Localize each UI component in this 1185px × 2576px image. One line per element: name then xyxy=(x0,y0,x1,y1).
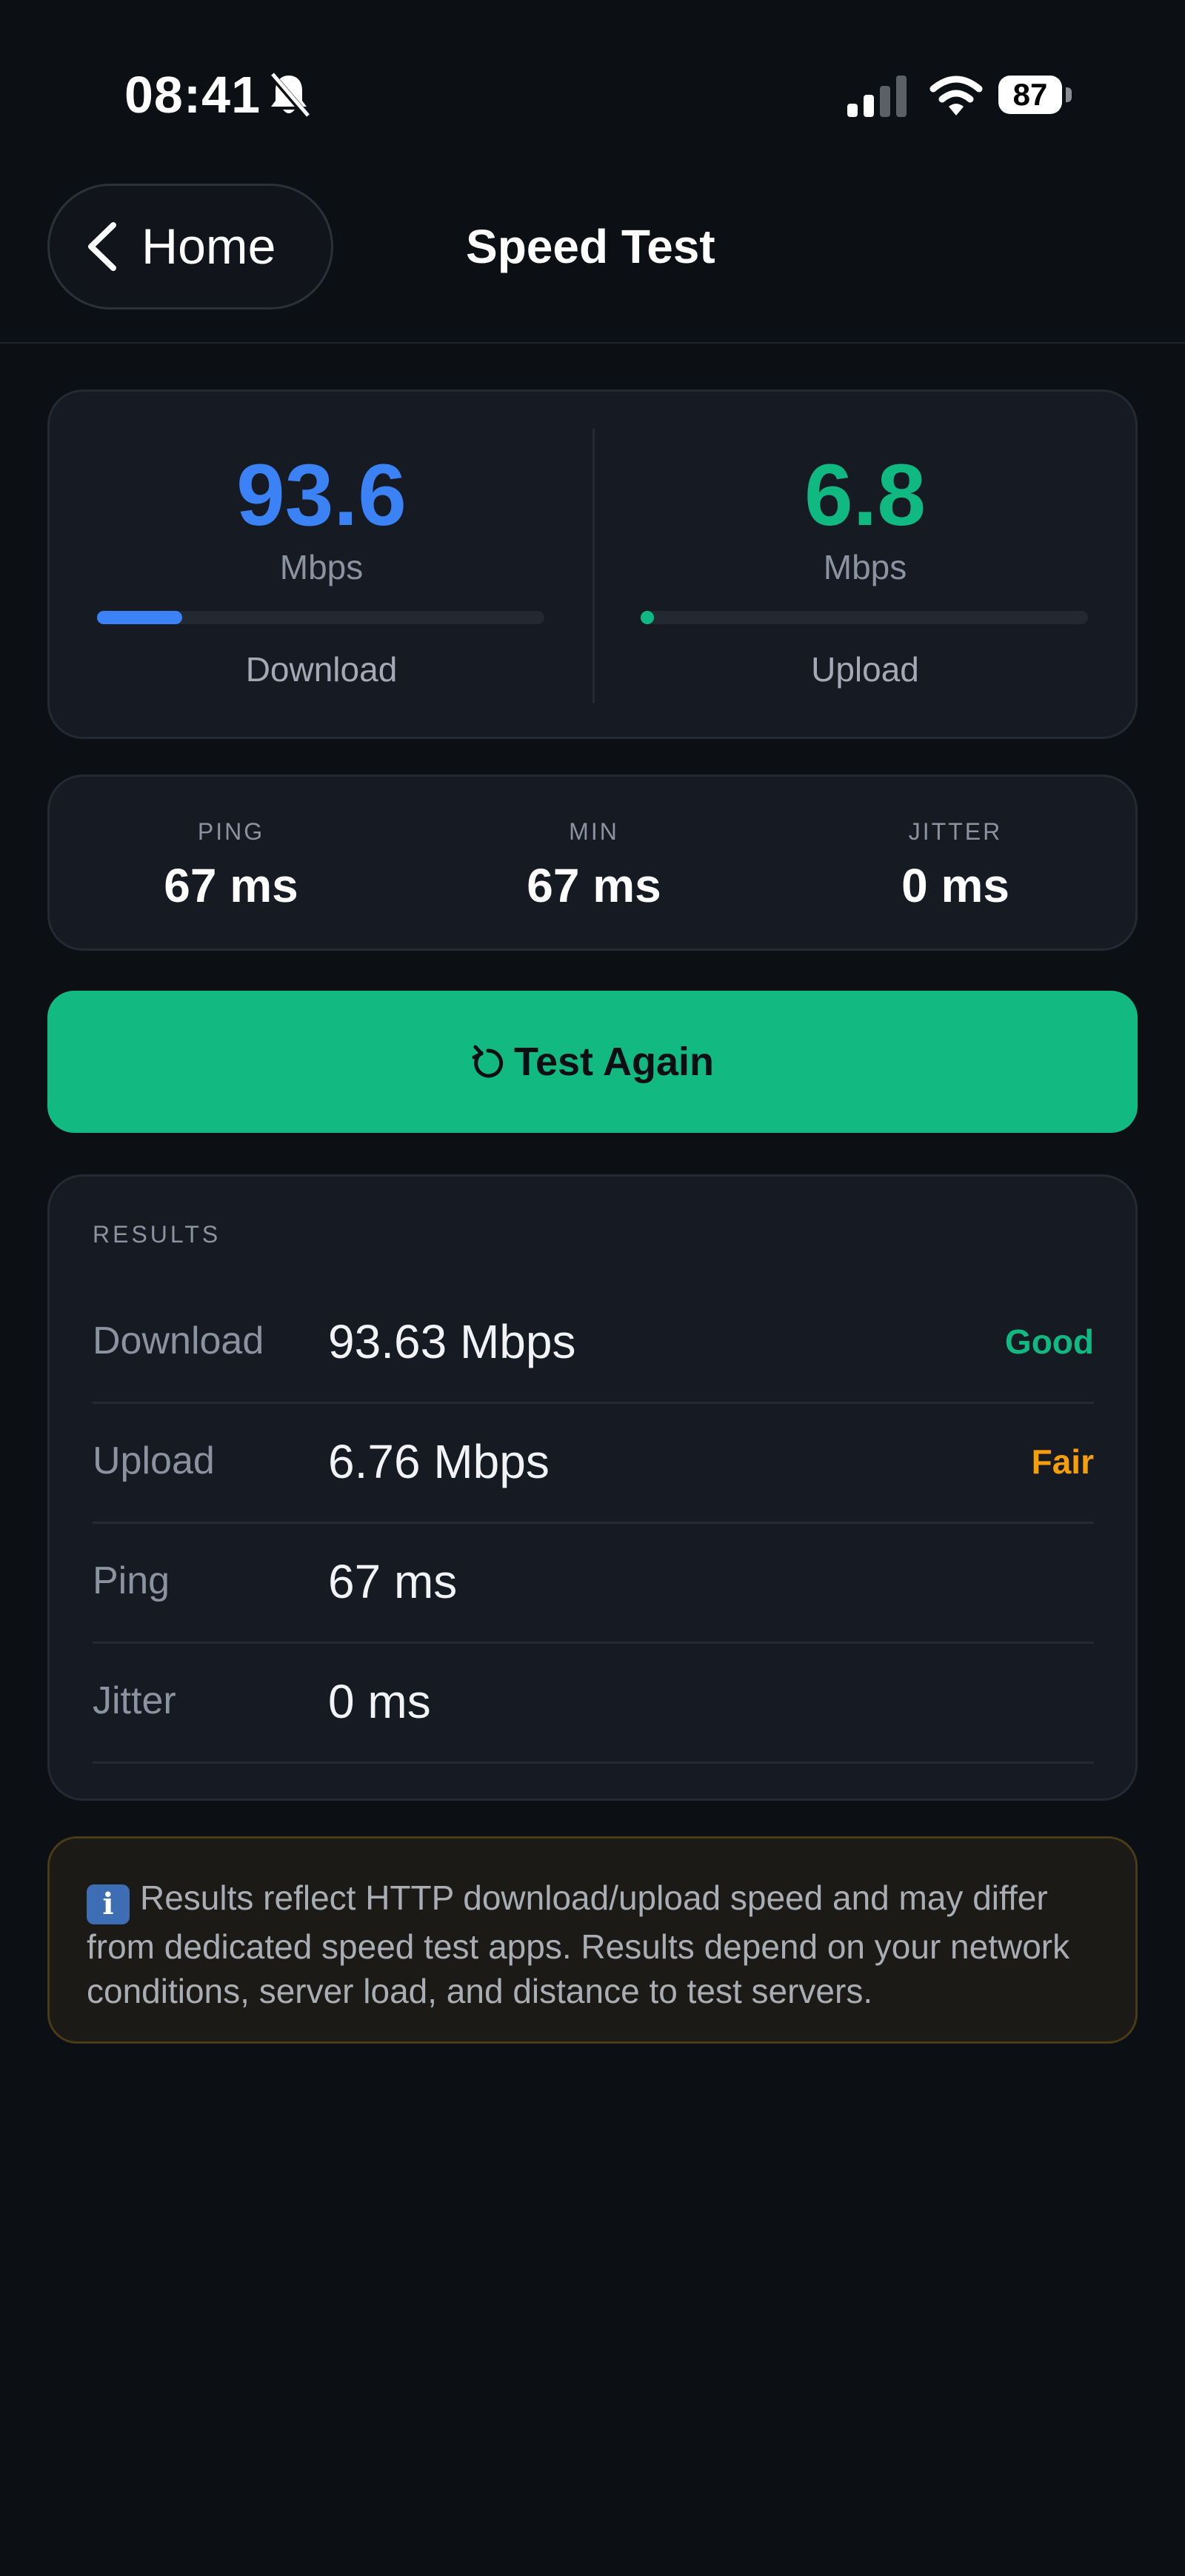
stat-value: 67 ms xyxy=(164,859,298,912)
download-speed-unit: Mbps xyxy=(279,548,364,586)
result-rating: Good xyxy=(1004,1322,1094,1361)
results-title: RESULTS xyxy=(93,1221,221,1248)
download-label: Download xyxy=(245,650,398,689)
page-title: Speed Test xyxy=(466,220,715,273)
bell-muted-icon xyxy=(268,72,310,118)
stat-value: 67 ms xyxy=(527,859,661,912)
result-value: 6.76 Mbps xyxy=(328,1435,550,1488)
battery-indicator: 87 xyxy=(998,76,1062,114)
download-progress-track xyxy=(97,611,544,624)
back-label: Home xyxy=(141,218,276,275)
header: Home Speed Test xyxy=(0,148,1185,344)
download-speed-value: 93.6 xyxy=(236,446,407,544)
status-bar: 08:41 87 xyxy=(0,0,1185,148)
stat-ping: PING 67 ms xyxy=(50,777,413,953)
result-rating: Fair xyxy=(1031,1442,1094,1481)
upload-speed-value: 6.8 xyxy=(804,446,927,544)
chevron-left-icon xyxy=(88,222,116,271)
info-icon: i xyxy=(87,1884,130,1924)
stat-value: 0 ms xyxy=(901,859,1009,912)
upload-progress-fill xyxy=(641,611,655,624)
result-key: Ping xyxy=(93,1559,170,1602)
result-value: 67 ms xyxy=(328,1555,458,1608)
test-again-label: Test Again xyxy=(513,1040,715,1084)
stat-label: JITTER xyxy=(908,818,1003,845)
upload-progress-track xyxy=(641,611,1088,624)
stat-jitter: JITTER 0 ms xyxy=(774,777,1137,953)
info-text: Results reflect HTTP download/upload spe… xyxy=(87,1879,1070,2010)
upload-label: Upload xyxy=(811,650,919,689)
refresh-icon xyxy=(472,1045,504,1078)
status-time: 08:41 xyxy=(124,66,261,124)
info-text-block: i Results reflect HTTP download/upload sp… xyxy=(87,1876,1098,2013)
battery-nub xyxy=(1066,87,1072,102)
result-row-ping: Ping 67 ms xyxy=(93,1522,1094,1644)
result-row-jitter: Jitter 0 ms xyxy=(93,1642,1094,1764)
stat-min: MIN 67 ms xyxy=(413,777,775,953)
download-progress-fill xyxy=(97,611,182,624)
upload-speed-unit: Mbps xyxy=(823,548,907,586)
stat-label: MIN xyxy=(569,818,619,845)
info-note: i Results reflect HTTP download/upload sp… xyxy=(47,1836,1138,2044)
back-button[interactable]: Home xyxy=(47,184,333,310)
wifi-icon xyxy=(929,76,983,116)
cellular-signal-icon xyxy=(847,76,907,117)
speed-summary-card: 93.6 Mbps Download 6.8 Mbps Upload xyxy=(47,389,1138,739)
result-key: Jitter xyxy=(93,1679,176,1722)
download-panel: 93.6 Mbps Download xyxy=(50,392,593,741)
result-row-download: Download 93.63 Mbps Good xyxy=(93,1282,1094,1404)
upload-panel: 6.8 Mbps Upload xyxy=(593,392,1137,741)
result-row-upload: Upload 6.76 Mbps Fair xyxy=(93,1402,1094,1524)
result-value: 93.63 Mbps xyxy=(328,1315,576,1368)
result-key: Upload xyxy=(93,1439,215,1482)
result-value: 0 ms xyxy=(328,1675,431,1728)
result-key: Download xyxy=(93,1319,264,1362)
results-card: RESULTS Download 93.63 Mbps Good Upload … xyxy=(47,1174,1138,1801)
stat-label: PING xyxy=(197,818,265,845)
stats-card: PING 67 ms MIN 67 ms JITTER 0 ms xyxy=(47,775,1138,951)
test-again-button[interactable]: Test Again xyxy=(47,991,1138,1133)
